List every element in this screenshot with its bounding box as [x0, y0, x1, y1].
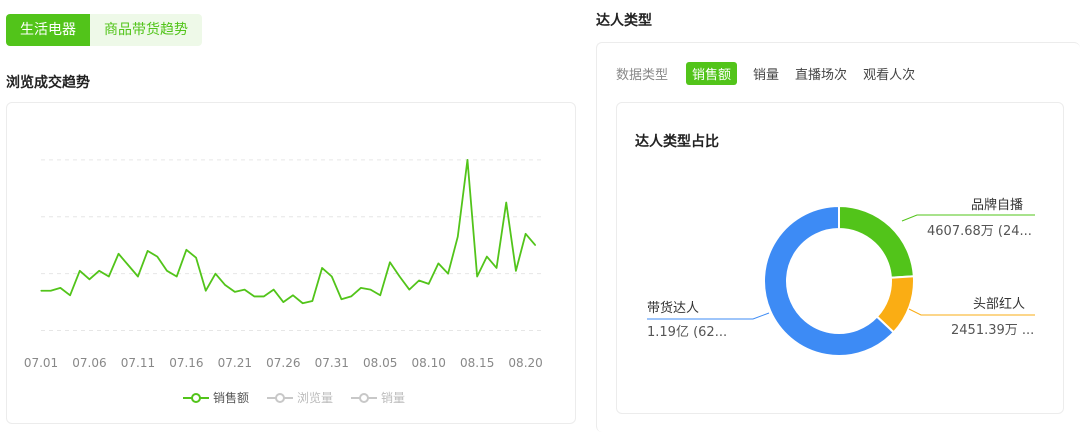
x-tick-label: 07.26: [266, 356, 300, 370]
sales-point: [321, 267, 323, 269]
sales-point: [166, 270, 168, 272]
sales-point: [156, 256, 158, 258]
sales-point: [311, 300, 313, 302]
sales-point: [176, 275, 178, 278]
donut-chart: [647, 204, 1035, 357]
sales-point: [418, 279, 420, 282]
slice-value-brand-self: 4607.68万 (24...: [927, 224, 1032, 239]
x-tick-label: 07.31: [315, 356, 349, 370]
sales-point: [273, 288, 275, 291]
legend-item-sales[interactable]: 销售额: [183, 389, 249, 406]
tab-sales-amount[interactable]: 销售额: [686, 62, 738, 85]
sales-point: [205, 290, 207, 292]
slice-value-top-influencer: 2451.39万 ...: [951, 323, 1035, 338]
x-tick-label: 08.10: [412, 356, 446, 370]
sales-series-line: [41, 158, 536, 305]
sales-point: [437, 262, 439, 265]
sales-point: [360, 287, 362, 289]
sales-point: [466, 159, 469, 161]
sales-point: [127, 264, 129, 266]
tab-sales-volume[interactable]: 销量: [753, 64, 779, 83]
sales-point: [292, 294, 294, 296]
slice-label-sales-creator: 带货达人: [647, 301, 700, 316]
sales-point: [379, 294, 381, 296]
sales-point: [447, 273, 449, 275]
legend-label-views: 浏览量: [297, 391, 334, 405]
sales-point: [525, 233, 527, 235]
slice-brand-self: [838, 204, 915, 279]
sales-point: [243, 288, 246, 291]
x-tick-label: 08.05: [363, 356, 397, 370]
sales-point: [350, 295, 352, 298]
slice-value-sales-creator: 1.19亿 (62...: [647, 325, 728, 340]
sales-point: [98, 270, 100, 272]
sales-point: [253, 295, 255, 298]
sales-point: [234, 291, 236, 293]
sales-point: [79, 270, 81, 272]
x-tick-label: 07.16: [169, 356, 203, 370]
x-tick-label: 07.21: [218, 356, 252, 370]
sales-point: [69, 294, 71, 296]
sales-point: [59, 287, 61, 289]
sales-point: [476, 275, 478, 278]
data-type-prefix: 数据类型: [616, 68, 669, 83]
sales-point: [331, 275, 333, 278]
sales-point: [50, 290, 52, 292]
legend-item-volume[interactable]: 销量: [351, 389, 405, 406]
tab-product-trend[interactable]: 商品带货趋势: [90, 14, 202, 46]
sales-point: [117, 253, 120, 255]
sales-point: [534, 244, 536, 246]
donut-card: 达人类型占比 品牌自播 4607.68万 (24... 头部红人 2451.39…: [616, 102, 1064, 414]
sales-point: [40, 290, 42, 292]
sales-point: [263, 295, 265, 298]
sales-point: [505, 201, 507, 204]
category-tab-group: 生活电器 商品带货趋势: [6, 14, 202, 46]
x-tick-label: 08.15: [460, 356, 494, 370]
tab-viewers[interactable]: 观看人次: [863, 64, 915, 83]
slice-label-brand-self: 品牌自播: [971, 198, 1024, 213]
creator-type-title: 达人类型: [596, 13, 652, 29]
x-tick-label: 07.01: [24, 356, 58, 370]
sales-point: [302, 302, 304, 304]
sales-point: [224, 284, 226, 286]
sales-point: [495, 267, 498, 269]
line-chart: 07.01 07.06 07.11 07.16 07.21 07.26 07.31 08.05…: [24, 158, 545, 370]
sales-point: [428, 283, 430, 285]
legend-label-sales: 销售额: [213, 391, 250, 405]
sales-point: [515, 270, 517, 272]
line-chart-card: 07.01 07.06 07.11 07.16 07.21 07.26 07.31 08.05…: [6, 102, 576, 424]
slice-label-top-influencer: 头部红人: [973, 297, 1026, 312]
x-tick-label: 08.20: [508, 356, 542, 370]
sales-point: [195, 257, 197, 259]
sales-point: [214, 273, 217, 275]
sales-point: [369, 288, 372, 291]
sales-point: [389, 261, 391, 263]
tab-live-sessions[interactable]: 直播场次: [795, 64, 847, 83]
sales-point: [408, 288, 410, 291]
sales-point: [282, 301, 284, 303]
sales-point: [137, 275, 139, 278]
legend-label-volume: 销量: [381, 391, 406, 405]
x-tick-label: 07.11: [121, 356, 155, 370]
sales-point: [147, 250, 149, 252]
tab-life-appliances[interactable]: 生活电器: [6, 14, 90, 46]
sales-point: [185, 249, 187, 251]
sales-point: [457, 236, 459, 238]
sales-point: [88, 278, 91, 280]
x-tick-label: 07.06: [72, 356, 106, 370]
data-type-tabs: 数据类型 销售额 销量 直播场次 观看人次: [616, 62, 931, 85]
line-chart-legend: 销售额 浏览量 销量: [183, 389, 423, 406]
sales-point: [108, 275, 110, 278]
sales-point: [486, 256, 488, 258]
browse-trend-title: 浏览成交趋势: [6, 75, 90, 91]
sales-point: [340, 298, 343, 300]
legend-item-views[interactable]: 浏览量: [267, 389, 333, 406]
sales-point: [399, 275, 401, 278]
